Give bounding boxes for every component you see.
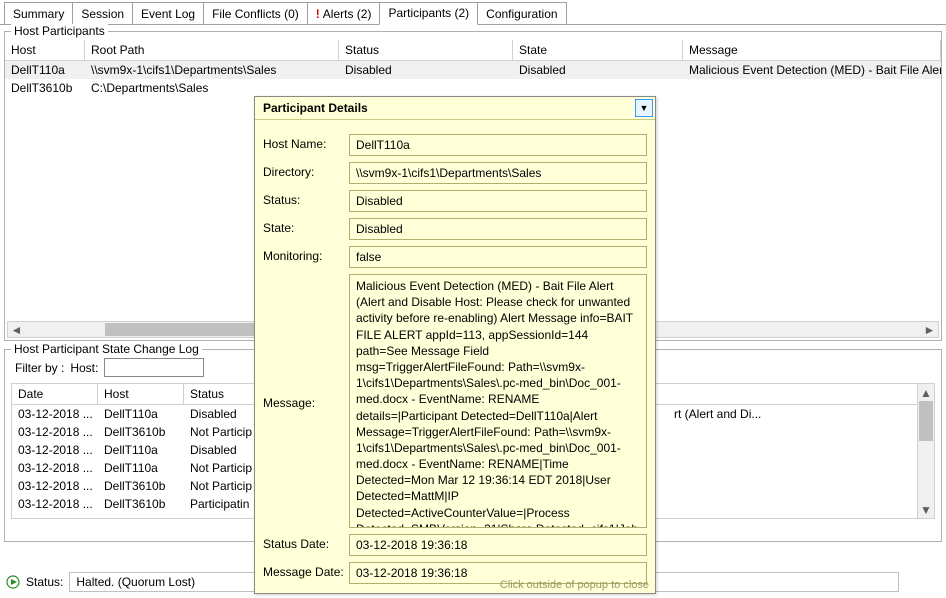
log-col-host[interactable]: Host (98, 384, 184, 404)
value-status-date: 03-12-2018 19:36:18 (349, 534, 647, 556)
popup-dropdown-button[interactable]: ▼ (635, 99, 653, 117)
tab-event-log[interactable]: Event Log (132, 2, 204, 24)
host-participants-table: Host Root Path Status State Message Dell… (5, 40, 941, 97)
col-header-root-path[interactable]: Root Path (85, 40, 339, 60)
value-monitoring: false (349, 246, 647, 268)
tab-alerts[interactable]: ! Alerts (2) (307, 2, 381, 24)
play-icon (6, 575, 20, 589)
value-message: Malicious Event Detection (MED) - Bait F… (349, 274, 647, 528)
status-label: Status: (26, 575, 63, 589)
label-message: Message: (263, 393, 349, 410)
value-directory: \\svm9x-1\cifs1\Departments\Sales (349, 162, 647, 184)
log-panel-title: Host Participant State Change Log (11, 342, 202, 356)
col-header-status[interactable]: Status (339, 40, 513, 60)
label-status: Status: (263, 190, 349, 207)
table-row[interactable]: DellT3610b C:\Departments\Sales (5, 79, 941, 97)
scroll-right-icon[interactable]: ► (921, 322, 938, 337)
value-state: Disabled (349, 218, 647, 240)
tab-summary[interactable]: Summary (4, 2, 73, 24)
tab-session[interactable]: Session (72, 2, 133, 24)
col-header-message[interactable]: Message (683, 40, 941, 60)
scroll-thumb[interactable] (919, 401, 933, 441)
popup-footer-hint: Click outside of popup to close (500, 579, 649, 591)
tab-file-conflicts[interactable]: File Conflicts (0) (203, 2, 308, 24)
tab-configuration[interactable]: Configuration (477, 2, 566, 24)
col-header-host[interactable]: Host (5, 40, 85, 60)
scroll-up-icon[interactable]: ▲ (918, 384, 934, 401)
label-directory: Directory: (263, 162, 349, 179)
label-message-date: Message Date: (263, 562, 349, 579)
filter-host-label: Host: (70, 361, 98, 375)
vertical-scrollbar[interactable]: ▲ ▼ (917, 384, 934, 518)
participant-details-popup: Participant Details ▼ Host Name: DellT11… (254, 96, 656, 594)
value-host-name: DellT110a (349, 134, 647, 156)
host-table-header: Host Root Path Status State Message (5, 40, 941, 61)
host-participants-title: Host Participants (11, 24, 108, 38)
log-col-date[interactable]: Date (12, 384, 98, 404)
chevron-down-icon: ▼ (640, 103, 649, 113)
value-status: Disabled (349, 190, 647, 212)
popup-title: Participant Details ▼ (255, 97, 655, 120)
label-status-date: Status Date: (263, 534, 349, 551)
scroll-left-icon[interactable]: ◄ (8, 322, 25, 337)
tab-bar: Summary Session Event Log File Conflicts… (0, 2, 946, 25)
label-host-name: Host Name: (263, 134, 349, 151)
alert-icon: ! (316, 7, 320, 21)
filter-host-input[interactable] (104, 358, 204, 377)
table-row[interactable]: DellT110a \\svm9x-1\cifs1\Departments\Sa… (5, 61, 941, 79)
filter-label: Filter by : (15, 361, 64, 375)
col-header-state[interactable]: State (513, 40, 683, 60)
label-monitoring: Monitoring: (263, 246, 349, 263)
scroll-down-icon[interactable]: ▼ (918, 501, 934, 518)
label-state: State: (263, 218, 349, 235)
tab-participants[interactable]: Participants (2) (379, 2, 478, 25)
